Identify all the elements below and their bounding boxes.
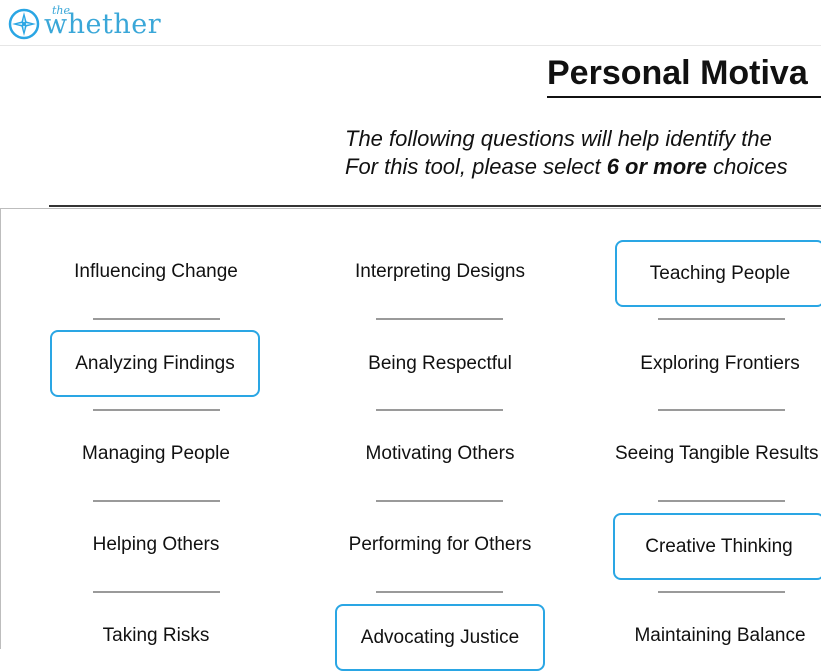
choice-advocating-justice[interactable]: Advocating Justice [335,604,545,671]
choice-separator [376,591,503,593]
choice-maintaining-balance[interactable]: Maintaining Balance [615,602,821,669]
choice-separator [93,409,220,411]
choice-separator [376,318,503,320]
intro-line-2-post: choices [706,154,788,179]
intro-line-2-bold: 6 or more [606,154,707,179]
choice-exploring-frontiers[interactable]: Exploring Frontiers [615,330,821,397]
choice-seeing-tangible-results[interactable]: Seeing Tangible Results [613,420,821,487]
choice-separator [658,500,785,502]
top-bar: the whether [0,0,821,46]
compass-icon [8,8,40,40]
intro-text: The following questions will help identi… [345,125,788,181]
choice-separator [93,591,220,593]
choice-analyzing-findings[interactable]: Analyzing Findings [50,330,260,397]
choice-separator [658,318,785,320]
choice-separator [376,500,503,502]
logo[interactable]: the whether [8,4,161,40]
intro-line-2-pre: For this tool, please select [345,154,607,179]
choice-taking-risks[interactable]: Taking Risks [52,602,260,669]
logo-small-text: the [52,4,71,17]
choice-helping-others[interactable]: Helping Others [52,511,260,578]
choice-separator [658,409,785,411]
choice-separator [376,409,503,411]
section-divider [49,205,821,207]
choice-influencing-change[interactable]: Influencing Change [52,238,260,305]
page-title: Personal Motiva [547,54,808,92]
choice-motivating-others[interactable]: Motivating Others [336,420,544,487]
title-underline [547,96,821,98]
choice-separator [658,591,785,593]
intro-line-1: The following questions will help identi… [345,126,772,151]
choice-performing-for-others[interactable]: Performing for Others [336,511,544,578]
choice-interpreting-designs[interactable]: Interpreting Designs [336,238,544,305]
choice-separator [93,500,220,502]
intro-line-2: For this tool, please select 6 or more c… [345,153,788,181]
choice-being-respectful[interactable]: Being Respectful [336,330,544,397]
choice-separator [93,318,220,320]
choice-creative-thinking[interactable]: Creative Thinking [613,513,821,580]
choice-managing-people[interactable]: Managing People [52,420,260,487]
choice-teaching-people[interactable]: Teaching People [615,240,821,307]
